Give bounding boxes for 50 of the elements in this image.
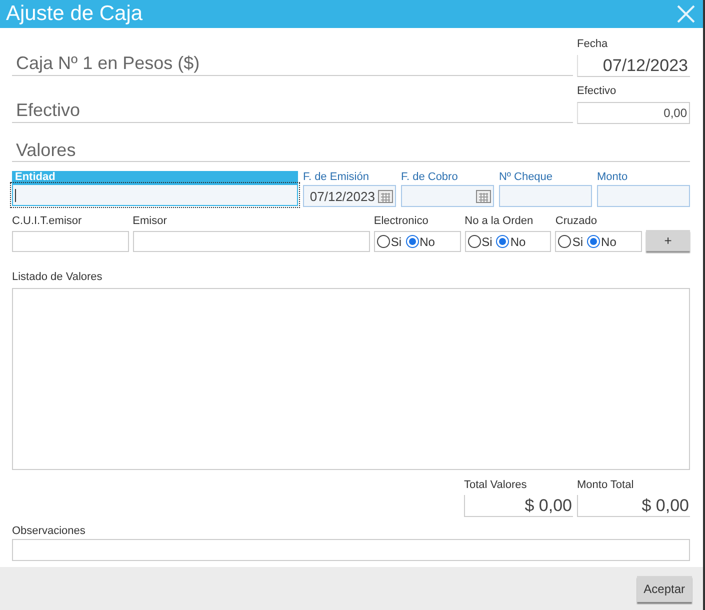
input-field[interactable] bbox=[12, 231, 129, 252]
radio-icon[interactable] bbox=[468, 235, 481, 248]
field-label: Monto bbox=[597, 171, 629, 184]
close-icon[interactable] bbox=[677, 5, 695, 23]
field-value: 07/12/2023 bbox=[310, 188, 375, 204]
radio-icon[interactable] bbox=[587, 235, 600, 248]
calendar-icon[interactable] bbox=[476, 189, 491, 203]
field-label: Cruzado bbox=[555, 215, 598, 228]
input-field[interactable] bbox=[132, 231, 370, 252]
field-label: Fecha bbox=[577, 38, 609, 51]
total-value: $ 0,00 bbox=[577, 495, 690, 517]
section-heading: Valores bbox=[12, 138, 690, 162]
section-heading: Caja Nº 1 en Pesos ($) bbox=[12, 50, 573, 76]
field-label: Observaciones bbox=[12, 525, 86, 538]
field-label: Emisor bbox=[132, 215, 168, 228]
accept-button[interactable]: Aceptar bbox=[636, 576, 692, 602]
total-label: Monto Total bbox=[577, 479, 635, 492]
field-label: F. de Cobro bbox=[400, 171, 459, 184]
radio-icon[interactable] bbox=[558, 235, 572, 248]
field-label: C.U.I.T.emisor bbox=[12, 215, 83, 228]
radio-option[interactable]: Si bbox=[376, 234, 402, 248]
radio-option[interactable]: No bbox=[406, 234, 435, 248]
total-label: Total Valores bbox=[464, 479, 528, 492]
input-field[interactable] bbox=[498, 185, 592, 207]
radio-icon[interactable] bbox=[376, 235, 390, 248]
radio-icon[interactable] bbox=[406, 235, 419, 248]
input-field[interactable] bbox=[12, 184, 298, 206]
radio-option[interactable]: No bbox=[496, 234, 526, 248]
input-field[interactable] bbox=[597, 185, 690, 207]
radio-option[interactable]: Si bbox=[468, 234, 492, 248]
radio-option[interactable]: Si bbox=[558, 234, 584, 248]
list-label: Listado de Valores bbox=[12, 271, 104, 284]
field-label: Nº Cheque bbox=[498, 171, 554, 184]
input-field[interactable] bbox=[12, 539, 690, 561]
input-field[interactable] bbox=[400, 185, 494, 207]
field-label: Efectivo bbox=[577, 85, 618, 98]
field-label: Electronico bbox=[374, 215, 430, 228]
add-button[interactable]: + bbox=[646, 230, 690, 251]
calendar-icon[interactable] bbox=[378, 189, 393, 203]
input-field[interactable]: 07/12/2023 bbox=[302, 185, 396, 207]
radio-icon[interactable] bbox=[496, 235, 510, 248]
field-label: F. de Emisión bbox=[302, 171, 370, 184]
amount-field[interactable]: 0,00 bbox=[577, 102, 690, 124]
section-heading: Efectivo bbox=[12, 97, 573, 123]
radio-option[interactable]: No bbox=[587, 234, 616, 248]
total-value: $ 0,00 bbox=[464, 495, 573, 517]
field-label: Entidad bbox=[12, 171, 298, 184]
window-title: Ajuste de Caja bbox=[6, 2, 143, 26]
field-label: No a la Orden bbox=[464, 215, 534, 228]
date-field[interactable]: 07/12/2023 bbox=[577, 55, 690, 77]
